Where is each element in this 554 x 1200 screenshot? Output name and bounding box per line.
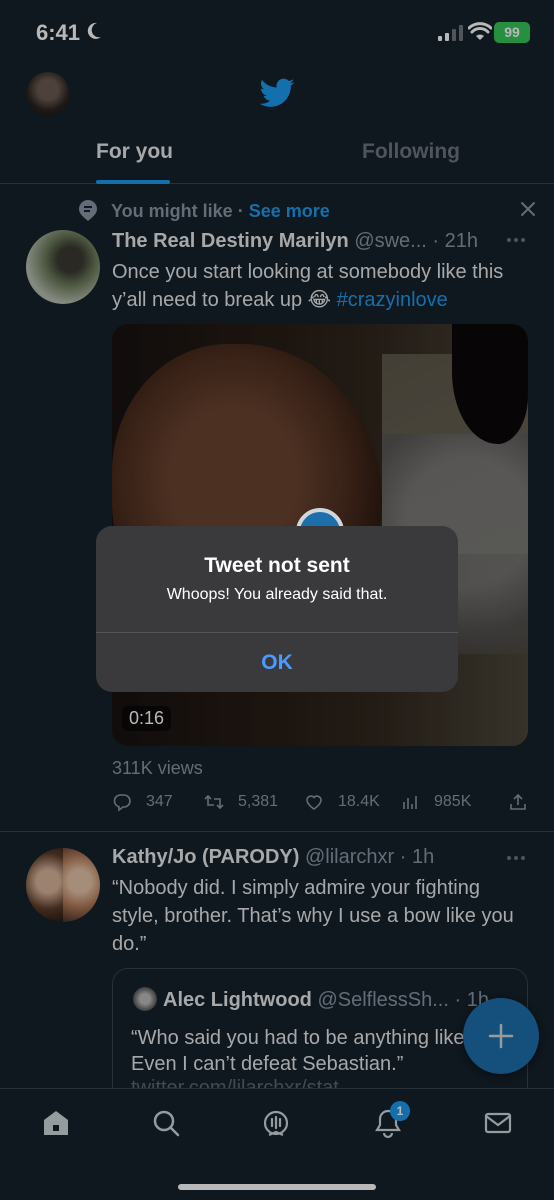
- alert-dialog: Tweet not sent Whoops! You already said …: [96, 526, 458, 692]
- alert-title: Tweet not sent: [204, 554, 350, 577]
- ok-button[interactable]: OK: [96, 633, 458, 692]
- alert-message: Whoops! You already said that.: [166, 586, 388, 603]
